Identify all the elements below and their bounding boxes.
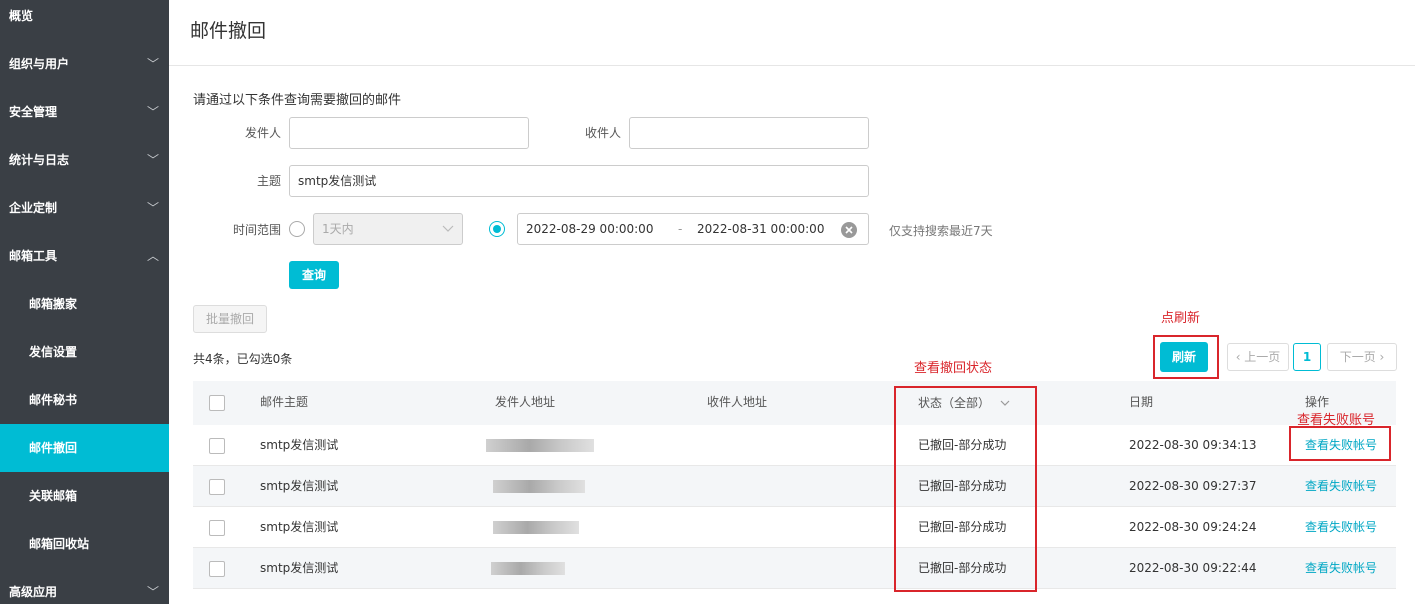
sidebar: 概览 组织与用户 ﹀ 安全管理 ﹀ 统计与日志 ﹀ 企业定制 ﹀ 邮箱工具 ︿ 邮箱搬家 … (0, 0, 169, 604)
chevron-down-icon: ﹀ (146, 201, 159, 215)
sidebar-item-send-settings[interactable]: 发信设置 (0, 328, 169, 376)
date-note: 仅支持搜索最近7天 (889, 224, 993, 238)
status-highlight-box (894, 386, 1037, 592)
divider (169, 65, 1415, 66)
custom-range-radio[interactable] (489, 221, 505, 237)
select-all-checkbox[interactable] (209, 395, 225, 411)
sidebar-item-label: 企业定制 (9, 201, 58, 215)
batch-recall-button[interactable]: 批量撤回 (193, 305, 267, 333)
clear-icon[interactable] (841, 222, 857, 238)
redacted-sender (486, 439, 594, 452)
sidebar-item-enterprise-custom[interactable]: 企业定制 ﹀ (0, 184, 169, 232)
time-preset-select[interactable]: 1天内 (313, 213, 463, 245)
sidebar-item-label: 高级应用 (9, 585, 58, 599)
time-range-label: 时间范围 (232, 223, 281, 237)
sidebar-item-label: 邮件撤回 (29, 441, 78, 455)
sidebar-item-label: 邮箱搬家 (29, 297, 78, 311)
query-button[interactable]: 查询 (289, 261, 339, 289)
sidebar-item-label: 概览 (9, 9, 34, 23)
subject-field[interactable]: smtp发信测试 (289, 165, 869, 197)
table-row: smtp发信测试 已撤回-部分成功 2022-08-30 09:34:13 查看… (193, 425, 1396, 466)
prev-page-button[interactable]: ‹ 上一页 (1227, 343, 1289, 371)
recipient-field[interactable] (629, 117, 869, 149)
column-header-date: 日期 (1129, 395, 1154, 409)
column-header-recipient: 收件人地址 (707, 395, 768, 409)
sidebar-item-linked-mailbox[interactable]: 关联邮箱 (0, 472, 169, 520)
sidebar-item-label: 安全管理 (9, 105, 58, 119)
chevron-down-icon: ﹀ (146, 153, 159, 167)
date-cell: 2022-08-30 09:34:13 (1129, 438, 1257, 452)
date-range-picker[interactable]: 2022-08-29 00:00:00 - 2022-08-31 00:00:0… (517, 213, 869, 245)
chevron-down-icon: ﹀ (146, 585, 159, 599)
sender-field[interactable] (289, 117, 529, 149)
row-checkbox[interactable] (209, 520, 225, 536)
column-header-sender: 发件人地址 (495, 395, 556, 409)
chevron-up-icon: ︿ (146, 249, 159, 263)
chevron-down-icon: ﹀ (146, 57, 159, 71)
table-header: 邮件主题 发件人地址 收件人地址 状态（全部） 日期 操作 (193, 381, 1396, 425)
row-checkbox[interactable] (209, 561, 225, 577)
refresh-highlight-box (1153, 335, 1219, 379)
redacted-sender (493, 480, 585, 493)
chevron-down-icon (442, 225, 454, 232)
chevron-down-icon: ﹀ (146, 105, 159, 119)
sender-label: 发件人 (244, 126, 281, 140)
sidebar-item-mail-secretary[interactable]: 邮件秘书 (0, 376, 169, 424)
sidebar-item-org-users[interactable]: 组织与用户 ﹀ (0, 40, 169, 88)
refresh-annotation: 点刷新 (1161, 311, 1201, 326)
sidebar-item-label: 邮件秘书 (29, 393, 78, 407)
subject-cell: smtp发信测试 (260, 561, 339, 575)
next-page-button[interactable]: 下一页 › (1327, 343, 1397, 371)
sidebar-item-overview[interactable]: 概览 (0, 0, 169, 40)
sidebar-item-security[interactable]: 安全管理 ﹀ (0, 88, 169, 136)
time-preset-radio[interactable] (289, 221, 305, 237)
subject-cell: smtp发信测试 (260, 479, 339, 493)
sidebar-item-label: 发信设置 (29, 345, 78, 359)
instructions: 请通过以下条件查询需要撤回的邮件 (193, 93, 402, 108)
sidebar-item-recycle-bin[interactable]: 邮箱回收站 (0, 520, 169, 568)
column-header-subject: 邮件主题 (260, 395, 309, 409)
sidebar-item-label: 组织与用户 (9, 57, 70, 71)
recipient-label: 收件人 (584, 126, 621, 140)
page-title: 邮件撤回 (190, 20, 267, 42)
sidebar-item-label: 统计与日志 (9, 153, 70, 167)
sidebar-item-label: 关联邮箱 (29, 489, 78, 503)
sidebar-item-stats-logs[interactable]: 统计与日志 ﹀ (0, 136, 169, 184)
sidebar-item-mailbox-migration[interactable]: 邮箱搬家 (0, 280, 169, 328)
sidebar-item-mail-recall[interactable]: 邮件撤回 (0, 424, 169, 472)
subject-cell: smtp发信测试 (260, 438, 339, 452)
redacted-sender (493, 521, 579, 534)
status-annotation: 查看撤回状态 (914, 361, 993, 376)
date-cell: 2022-08-30 09:27:37 (1129, 479, 1257, 493)
date-cell: 2022-08-30 09:24:24 (1129, 520, 1257, 534)
sidebar-item-label: 邮箱回收站 (29, 537, 90, 551)
sidebar-item-advanced[interactable]: 高级应用 ﹀ (0, 568, 169, 616)
date-start-value: 2022-08-29 00:00:00 (526, 222, 654, 236)
page-number-button[interactable]: 1 (1293, 343, 1321, 371)
failed-highlight-box (1289, 426, 1391, 461)
date-end-value: 2022-08-31 00:00:00 (697, 222, 825, 236)
row-checkbox[interactable] (209, 479, 225, 495)
subject-label: 主题 (256, 174, 281, 188)
view-failed-link[interactable]: 查看失败帐号 (1305, 466, 1377, 507)
main-content: 邮件撤回 请通过以下条件查询需要撤回的邮件 发件人 收件人 主题 smtp发信测… (169, 0, 1415, 604)
sidebar-item-mail-tools[interactable]: 邮箱工具 ︿ (0, 232, 169, 280)
selection-count: 共4条，已勾选0条 (193, 352, 293, 366)
view-failed-link[interactable]: 查看失败帐号 (1305, 548, 1377, 589)
redacted-sender (491, 562, 565, 575)
sidebar-item-label: 邮箱工具 (9, 249, 58, 263)
date-separator: - (678, 222, 683, 236)
date-cell: 2022-08-30 09:22:44 (1129, 561, 1257, 575)
row-checkbox[interactable] (209, 438, 225, 454)
table-row: smtp发信测试 已撤回-部分成功 2022-08-30 09:27:37 查看… (193, 466, 1396, 507)
view-failed-link[interactable]: 查看失败帐号 (1305, 507, 1377, 548)
subject-cell: smtp发信测试 (260, 520, 339, 534)
table-row: smtp发信测试 已撤回-部分成功 2022-08-30 09:24:24 查看… (193, 507, 1396, 548)
time-preset-value: 1天内 (322, 222, 354, 236)
table-row: smtp发信测试 已撤回-部分成功 2022-08-30 09:22:44 查看… (193, 548, 1396, 589)
